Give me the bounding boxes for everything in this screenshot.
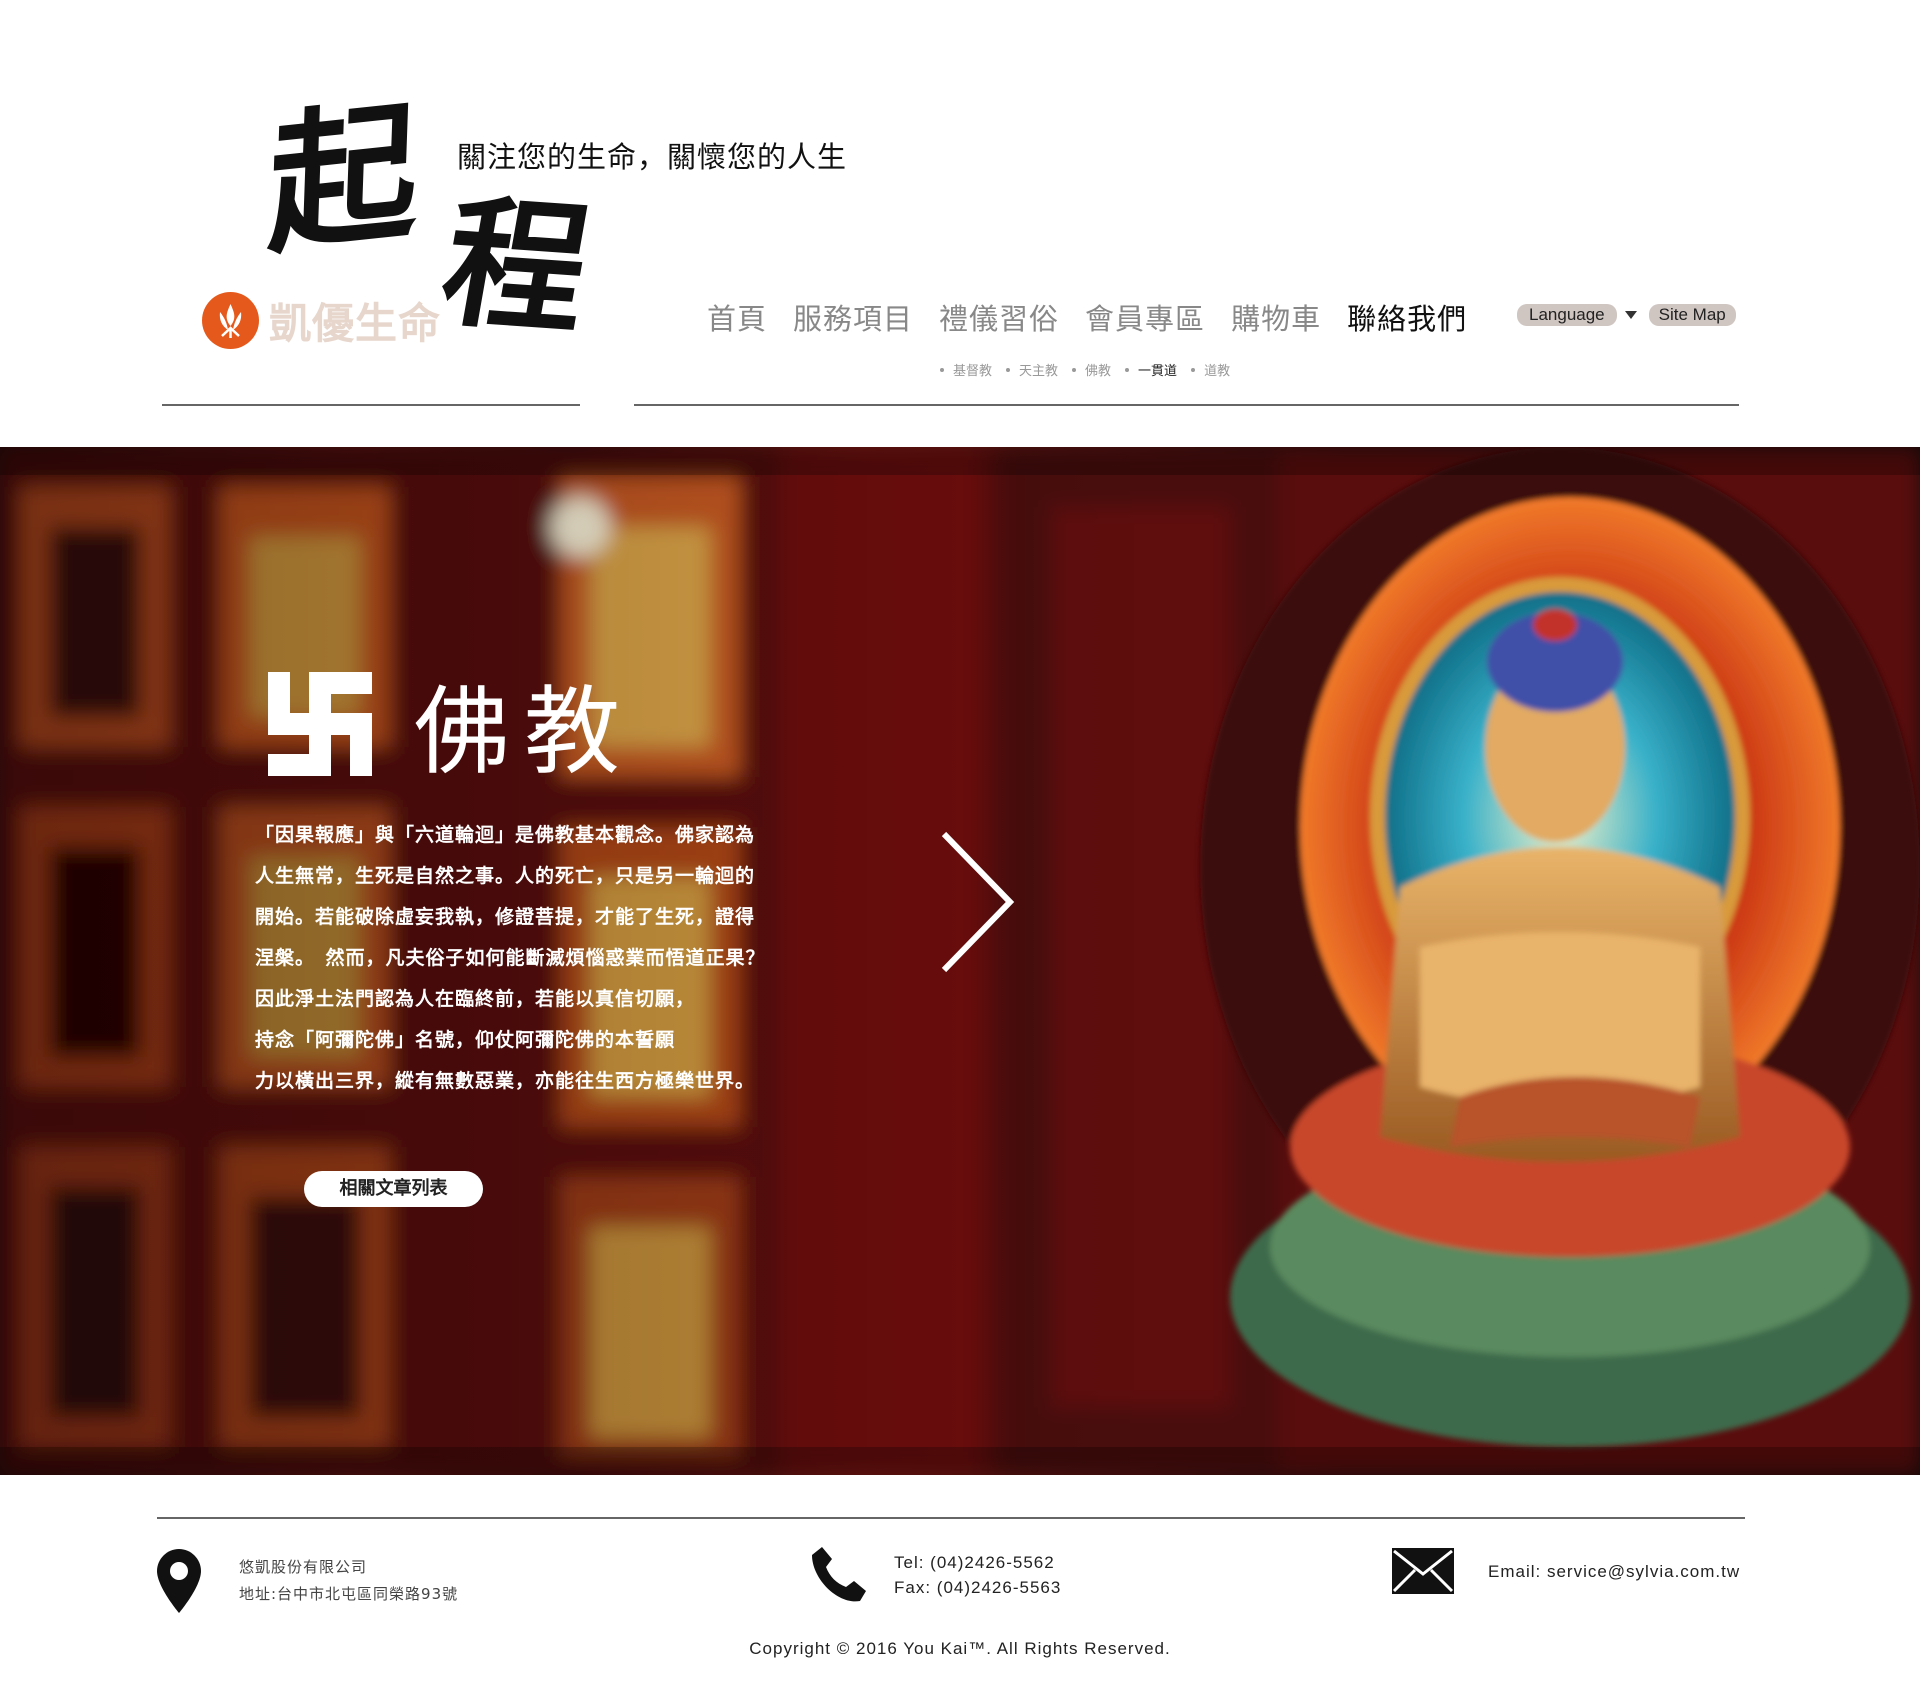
sitemap-button[interactable]: Site Map — [1648, 304, 1736, 326]
nav-item-services[interactable]: 服務項目 — [793, 296, 913, 338]
header-divider-right — [634, 404, 1739, 406]
bullet-icon — [1191, 367, 1196, 372]
site-slogan: 關注您的生命，關懷您的人生 — [457, 140, 848, 174]
hero-text-line: 因此淨土法門認為人在臨終前，若能以真信切願， — [255, 988, 696, 1010]
logo-calligraphy-first: 起 — [265, 82, 421, 276]
sub-nav-item-yiguandao[interactable]: 一貫道 — [1125, 360, 1177, 379]
hero-title: 佛教 — [268, 654, 634, 793]
religion-sub-nav: 基督教 天主教 佛教 一貫道 道教 — [940, 360, 1230, 379]
phone-number[interactable]: Tel: (04)2426-5562 — [894, 1550, 1061, 1575]
sub-nav-label: 天主教 — [1019, 364, 1059, 379]
copyright-text: Copyright © 2016 You Kai™. All Rights Re… — [749, 1639, 1171, 1658]
logo-calligraphy-second: 程 — [430, 179, 602, 355]
nav-item-members[interactable]: 會員專區 — [1085, 296, 1205, 338]
nav-item-contact[interactable]: 聯絡我們 — [1347, 296, 1467, 338]
utility-links: Language Site Map — [1517, 304, 1736, 326]
nav-item-etiquette[interactable]: 禮儀習俗 — [939, 296, 1059, 338]
hero-description: 「因果報應」與「六道輪迴」是佛教基本觀念。佛家認為 人生無常，生死是自然之事。人… — [255, 815, 815, 1102]
main-nav: 首頁 服務項目 禮儀習俗 會員專區 購物車 聯絡我們 — [707, 296, 1467, 338]
nav-item-home[interactable]: 首頁 — [707, 296, 767, 338]
location-pin-icon — [157, 1549, 201, 1613]
sub-nav-label: 佛教 — [1085, 364, 1112, 379]
sub-nav-label: 基督教 — [953, 364, 993, 379]
brand-logo-icon — [202, 292, 259, 349]
sub-nav-label: 道教 — [1204, 364, 1231, 379]
envelope-icon — [1392, 1548, 1454, 1594]
sub-nav-item-catholic[interactable]: 天主教 — [1006, 360, 1058, 379]
hero-text-line: 持念「阿彌陀佛」名號，仰仗阿彌陀佛的本誓願 — [255, 1029, 676, 1051]
nav-item-cart[interactable]: 購物車 — [1231, 296, 1321, 338]
language-button[interactable]: Language — [1517, 304, 1617, 326]
hero-banner: 佛教 「因果報應」與「六道輪迴」是佛教基本觀念。佛家認為 人生無常，生死是自然之… — [0, 447, 1920, 1475]
phone-icon — [812, 1547, 866, 1602]
email-address[interactable]: Email: service@sylvia.com.tw — [1488, 1559, 1740, 1584]
sub-nav-item-christian[interactable]: 基督教 — [940, 360, 992, 379]
hero-text-line: 涅槃。 然而，凡夫俗子如何能斷滅煩惱惑業而悟道正果？ — [255, 947, 766, 969]
hero-heading: 佛教 — [414, 676, 634, 788]
brand-name: 凱優生命 — [269, 299, 442, 348]
sub-nav-label: 一貫道 — [1138, 364, 1178, 379]
bullet-icon — [1125, 367, 1130, 372]
company-name: 悠凱股份有限公司 — [239, 1558, 368, 1576]
company-address: 地址:台中市北屯區同榮路93號 — [239, 1585, 459, 1603]
swastika-icon — [268, 671, 372, 776]
header-divider-left — [162, 404, 580, 406]
bullet-icon — [940, 367, 944, 372]
dropdown-arrow-icon[interactable] — [1624, 311, 1637, 319]
footer-divider — [157, 1517, 1745, 1519]
footer-address: 悠凱股份有限公司 地址:台中市北屯區同榮路93號 — [157, 1549, 458, 1613]
hero-text-line: 人生無常，生死是自然之事。人的死亡，只是另一輪迴的 — [255, 865, 756, 887]
chevron-right-icon[interactable] — [938, 830, 1018, 974]
hero-text-line: 力以橫出三界，縱有無數惡業，亦能往生西方極樂世界。 — [255, 1070, 756, 1092]
brand-logo-link[interactable]: 凱優生命 — [202, 290, 441, 351]
fax-number: Fax: (04)2426-5563 — [894, 1578, 1062, 1597]
footer-phone: Tel: (04)2426-5562 Fax: (04)2426-5563 — [808, 1545, 1061, 1605]
hero-text-line: 「因果報應」與「六道輪迴」是佛教基本觀念。佛家認為 — [255, 824, 756, 846]
article-list-button[interactable]: 相關文章列表 — [304, 1171, 483, 1207]
bullet-icon — [1072, 367, 1077, 372]
hero-text-line: 開始。若能破除虛妄我執，修證菩提，才能了生死，證得 — [255, 906, 756, 928]
bullet-icon — [1006, 367, 1011, 372]
sub-nav-item-buddhist[interactable]: 佛教 — [1072, 360, 1111, 379]
footer-email: Email: service@sylvia.com.tw — [1392, 1548, 1740, 1594]
sub-nav-item-taoist[interactable]: 道教 — [1191, 360, 1230, 379]
